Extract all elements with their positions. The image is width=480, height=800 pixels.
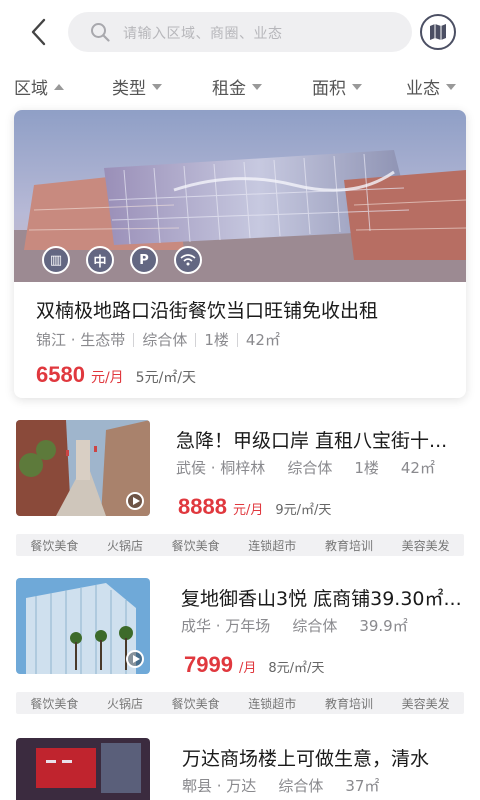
tag-row: 餐饮美食 火锅店 餐饮美食 连锁超市 教育培训 美容美发 — [16, 692, 464, 714]
listing-thumbnail — [16, 738, 150, 800]
filter-region[interactable]: 区域 — [14, 74, 64, 99]
listing-meta: 武侯 · 桐梓林 综合体 1楼 42㎡ — [176, 459, 435, 477]
top-bar: 请输入区域、商圈、业态 — [0, 0, 480, 64]
featured-area: 锦江 · 生态带 — [36, 331, 126, 349]
tag: 教育培训 — [324, 538, 373, 553]
listing-meta: 郫县 · 万达 综合体 37㎡ — [182, 777, 380, 795]
price-unit: 元/月 — [90, 370, 124, 386]
tag: 连锁超市 — [248, 696, 297, 711]
listing-title: 万达商场楼上可做生意，清水 — [182, 748, 430, 770]
filter-bar: 区域 类型 租金 面积 业态 — [0, 66, 480, 106]
price-value: 6580 — [36, 362, 85, 387]
tag: 教育培训 — [324, 696, 373, 711]
listing-item[interactable]: 万达商场楼上可做生意，清水 郫县 · 万达 综合体 37㎡ — [0, 738, 480, 800]
search-placeholder: 请输入区域、商圈、业态 — [123, 26, 283, 42]
map-button[interactable] — [420, 14, 456, 50]
parking-icon: P — [130, 246, 158, 274]
map-icon — [430, 24, 446, 40]
filter-area[interactable]: 面积 — [312, 74, 362, 99]
caret-up-icon — [54, 83, 64, 90]
tag-row: 餐饮美食 火锅店 餐饮美食 连锁超市 教育培训 美容美发 — [16, 534, 464, 556]
featured-building-image — [14, 110, 466, 282]
divider — [133, 332, 135, 347]
featured-floor: 1楼 — [204, 331, 229, 349]
caret-down-icon — [446, 83, 456, 90]
wifi-icon — [174, 246, 202, 274]
tag: 餐饮美食 — [30, 538, 79, 553]
listing-meta: 成华 · 万年场 综合体 39.9㎡ — [181, 617, 408, 635]
listing-price: 7999 /月 8元/㎡/天 — [184, 652, 325, 677]
tag: 火锅店 — [106, 696, 143, 711]
listing-thumbnail — [16, 420, 150, 516]
tag: 餐饮美食 — [171, 696, 220, 711]
filter-rent[interactable]: 租金 — [212, 74, 262, 99]
filter-type[interactable]: 类型 — [112, 74, 162, 99]
tag: 美容美发 — [401, 538, 450, 553]
tag: 美容美发 — [401, 696, 450, 711]
play-icon[interactable] — [126, 650, 144, 668]
caret-down-icon — [252, 83, 262, 90]
featured-meta: 锦江 · 生态带 综合体 1楼 42㎡ — [36, 329, 280, 350]
center-icon: 中 — [86, 246, 114, 274]
caret-down-icon — [352, 83, 362, 90]
unit-price: 5元/㎡/天 — [135, 370, 197, 386]
divider — [195, 332, 197, 347]
featured-title: 双楠极地路口沿街餐饮当口旺铺免收出租 — [36, 300, 379, 322]
elevator-icon: ▥ — [42, 246, 70, 274]
back-icon[interactable] — [26, 17, 54, 47]
filter-business[interactable]: 业态 — [406, 74, 456, 99]
play-icon[interactable] — [126, 492, 144, 510]
search-icon — [90, 22, 110, 42]
tag: 餐饮美食 — [30, 696, 79, 711]
listing-price: 8888 元/月 9元/㎡/天 — [178, 494, 332, 519]
listing-item[interactable]: 复地御香山3悦 底商铺39.30㎡... 成华 · 万年场 综合体 39.9㎡ … — [0, 578, 480, 718]
listing-item[interactable]: 急降！甲级口岸 直租八宝街十... 武侯 · 桐梓林 综合体 1楼 42㎡ 88… — [0, 420, 480, 560]
listing-title: 复地御香山3悦 底商铺39.30㎡... — [181, 588, 462, 610]
caret-down-icon — [152, 83, 162, 90]
divider — [236, 332, 238, 347]
listing-thumbnail — [16, 578, 150, 674]
listing-title: 急降！甲级口岸 直租八宝街十... — [176, 430, 448, 452]
tag: 连锁超市 — [248, 538, 297, 553]
tag: 餐饮美食 — [171, 538, 220, 553]
featured-listing-card[interactable]: ▥ 中 P 双楠极地路口沿街餐饮当口旺铺免收出租 锦江 · 生态带 综合体 1楼… — [14, 110, 466, 398]
search-input[interactable]: 请输入区域、商圈、业态 — [68, 12, 412, 52]
tag: 火锅店 — [106, 538, 143, 553]
featured-size: 42㎡ — [245, 331, 280, 349]
featured-type: 综合体 — [142, 331, 188, 349]
featured-price: 6580 元/月 5元/㎡/天 — [36, 362, 196, 388]
